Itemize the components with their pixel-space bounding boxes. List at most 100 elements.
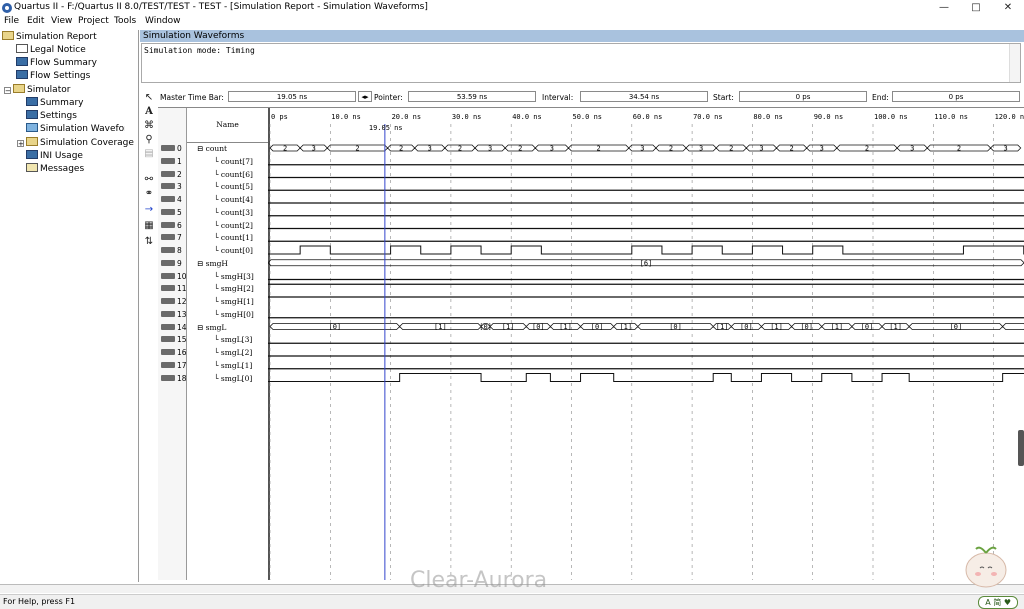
signal-name[interactable]: └ count[7] — [214, 155, 253, 168]
report-tree: Simulation Report Legal Notice Flow Summ… — [0, 30, 139, 582]
tree-item-settings[interactable]: Settings — [26, 110, 77, 123]
signal-index[interactable]: 14 — [159, 321, 187, 334]
signal-index[interactable]: 6 — [159, 219, 186, 232]
signal-index[interactable]: 0 — [159, 142, 186, 155]
signal-name[interactable]: └ smgH[2] — [214, 282, 254, 295]
tree-item-flow-settings[interactable]: Flow Settings — [16, 70, 90, 83]
folder-icon — [26, 137, 38, 146]
signal-index-text: 8 — [177, 246, 182, 255]
signal-index[interactable]: 5 — [159, 206, 186, 219]
signal-index-text: 2 — [177, 169, 182, 179]
tree-item-flow-summary[interactable]: Flow Summary — [16, 57, 97, 70]
signal-name[interactable]: └ count[6] — [214, 168, 253, 181]
folder-icon — [13, 84, 25, 93]
full-screen-icon[interactable]: ▤ — [143, 148, 155, 160]
text-tool-icon[interactable]: A — [143, 106, 155, 118]
tree-item-summary[interactable]: Summary — [26, 97, 84, 110]
tree-item-simulation-coverage[interactable]: Simulation Coverage — [26, 137, 134, 150]
tree-item-simulation-report[interactable]: Simulation Report — [2, 31, 97, 44]
signal-name[interactable]: ⊟ count — [197, 142, 227, 155]
master-time-bar-field[interactable]: 19.05 ns — [228, 91, 356, 102]
tree-item-simulation-waveforms[interactable]: Simulation Waveforms — [26, 123, 125, 136]
menu-tools[interactable]: Tools — [114, 16, 136, 26]
signal-name[interactable]: ⊟ smgH — [197, 257, 228, 270]
signal-index[interactable]: 2 — [159, 168, 186, 181]
signal-name[interactable]: └ smgH[3] — [214, 270, 254, 283]
signal-index[interactable]: 8 — [159, 244, 186, 257]
zoom-tool-icon[interactable]: ⚲ — [143, 134, 155, 146]
signal-name[interactable]: └ smgL[3] — [214, 333, 252, 346]
replace-icon[interactable]: ⚭ — [143, 188, 155, 200]
signal-index[interactable]: 11 — [159, 282, 187, 295]
master-time-bar-label: Master Time Bar: — [160, 93, 224, 102]
menu-file[interactable]: File — [4, 16, 19, 26]
status-help-text: For Help, press F1 — [3, 597, 76, 606]
signal-name[interactable]: └ smgL[0] — [214, 372, 252, 385]
menu-window[interactable]: Window — [145, 16, 181, 26]
signal-name[interactable]: └ smgH[1] — [214, 295, 254, 308]
pin-icon — [161, 157, 175, 164]
signal-index[interactable]: 18 — [159, 372, 187, 385]
signal-name[interactable]: └ count[5] — [214, 180, 253, 193]
signal-name[interactable]: └ count[1] — [214, 231, 253, 244]
bus-pin-icon — [161, 259, 175, 266]
signal-index-text: 14 — [177, 322, 187, 332]
time-bar-stepper[interactable]: ◂▸ — [358, 91, 372, 102]
collapse-icon[interactable]: − — [4, 87, 11, 95]
signal-name[interactable]: └ count[2] — [214, 219, 253, 232]
find-icon[interactable]: ⚯ — [143, 174, 155, 186]
maximize-button[interactable]: □ — [964, 1, 988, 15]
time-tick-label: 60.0 ns — [633, 113, 663, 121]
signal-index[interactable]: 9 — [159, 257, 186, 270]
overwrite-clock-icon[interactable]: ▦ — [143, 220, 155, 232]
expand-icon[interactable]: + — [17, 140, 24, 148]
signal-index[interactable]: 13 — [159, 308, 187, 321]
signal-index[interactable]: 15 — [159, 333, 187, 346]
folder-icon — [2, 31, 14, 40]
signal-index-text: 7 — [177, 233, 182, 243]
waveform-plot[interactable]: 0 ps 10.0 ns 20.0 ns 30.0 ns 40.0 ns 50.0 ns 6… — [268, 108, 1024, 580]
minimize-button[interactable]: — — [932, 1, 956, 15]
mode-box-scrollbar[interactable] — [1009, 44, 1020, 82]
bus-pin-icon — [161, 145, 175, 151]
signal-name[interactable]: └ smgL[1] — [214, 359, 252, 372]
time-tick-label: 70.0 ns — [693, 113, 723, 121]
waveform-edit-icon[interactable]: ⌘ — [143, 120, 155, 132]
signal-index[interactable]: 17 — [159, 359, 187, 372]
tree-item-legal-notice[interactable]: Legal Notice — [16, 44, 86, 57]
tree-item-simulator[interactable]: Simulator — [13, 84, 70, 97]
ime-indicator[interactable]: A 简 ♥ — [978, 596, 1018, 609]
signal-index[interactable]: 3 — [159, 180, 186, 193]
close-button[interactable]: ✕ — [996, 1, 1020, 15]
selection-tool-icon[interactable]: ↖ — [143, 92, 155, 104]
arrow-right-icon[interactable]: → — [143, 204, 155, 216]
signal-name[interactable]: └ count[0] — [214, 244, 253, 257]
time-bar: Master Time Bar: 19.05 ns ◂▸ Pointer: 53… — [158, 90, 1024, 104]
signal-name[interactable]: └ smgL[2] — [214, 346, 252, 359]
signal-index[interactable]: 1 — [159, 155, 186, 168]
signal-name[interactable]: ⊟ smgL — [197, 321, 226, 334]
sort-icon[interactable]: ⇅ — [143, 236, 155, 248]
time-tick-label: 20.0 ns — [392, 113, 422, 121]
pin-icon — [161, 247, 175, 253]
signal-index[interactable]: 16 — [159, 346, 187, 359]
tree-item-ini-usage[interactable]: INI Usage — [26, 150, 83, 163]
tree-item-messages[interactable]: Messages — [26, 163, 84, 176]
interval-field: 34.54 ns — [580, 91, 708, 102]
signal-index[interactable]: 10 — [159, 270, 187, 283]
menu-edit[interactable]: Edit — [27, 16, 44, 26]
pin-icon — [161, 170, 175, 177]
menu-project[interactable]: Project — [78, 16, 109, 26]
table-icon — [16, 70, 28, 79]
signal-index[interactable]: 7 — [159, 231, 186, 244]
start-field[interactable]: 0 ps — [739, 91, 867, 102]
signal-index[interactable]: 12 — [159, 295, 187, 308]
signal-index[interactable]: 4 — [159, 193, 186, 206]
signal-name[interactable]: └ smgH[0] — [214, 308, 254, 321]
signal-name[interactable]: └ count[4] — [214, 193, 253, 206]
pin-icon — [161, 208, 175, 215]
vertical-scroll-thumb[interactable] — [1018, 430, 1024, 466]
menu-view[interactable]: View — [51, 16, 72, 26]
end-field[interactable]: 0 ps — [892, 91, 1020, 102]
signal-name[interactable]: └ count[3] — [214, 206, 253, 219]
